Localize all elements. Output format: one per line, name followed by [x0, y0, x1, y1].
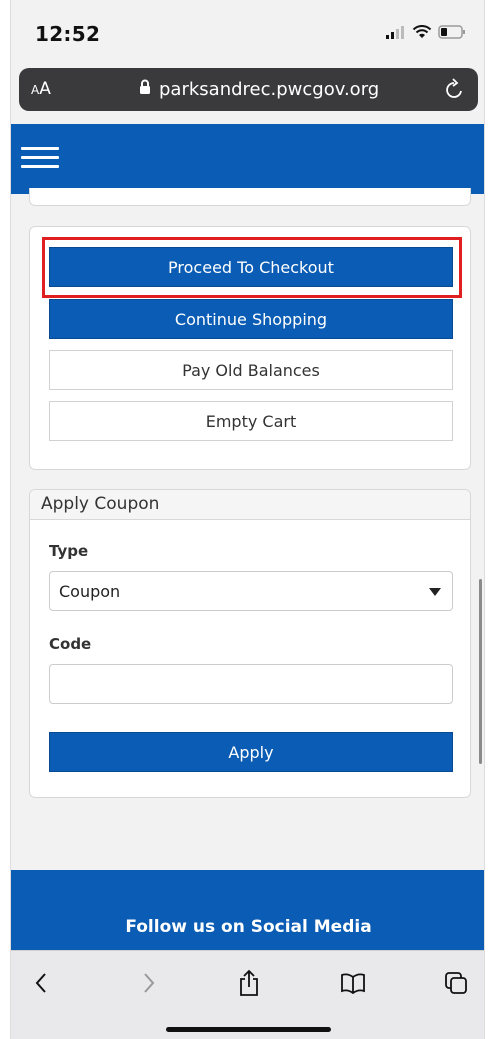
share-icon[interactable] [229, 963, 269, 1003]
status-bar: 12:52 [11, 0, 484, 64]
apply-coupon-title: Apply Coupon [30, 490, 470, 520]
apply-coupon-card: Apply Coupon Type Coupon Code Apply [29, 489, 471, 798]
status-time: 12:52 [35, 22, 101, 46]
apply-button[interactable]: Apply [49, 732, 453, 772]
page-content: Proceed To Checkout Continue Shopping Pa… [11, 188, 484, 870]
continue-shopping-button[interactable]: Continue Shopping [49, 299, 453, 339]
chevron-down-icon [429, 588, 441, 596]
pay-old-balances-button[interactable]: Pay Old Balances [49, 350, 453, 390]
follow-social-heading: Follow us on Social Media [125, 917, 372, 937]
lock-icon [139, 79, 151, 100]
type-select-value: Coupon [59, 582, 121, 601]
battery-icon [438, 24, 466, 43]
type-select[interactable]: Coupon [49, 571, 453, 611]
proceed-to-checkout-button[interactable]: Proceed To Checkout [49, 247, 453, 287]
text-size-button[interactable]: AA [31, 79, 51, 99]
address-bar[interactable]: AA parksandrec.pwcgov.org [19, 68, 478, 111]
type-label: Type [49, 542, 89, 560]
back-icon[interactable] [21, 963, 61, 1003]
url-text: parksandrec.pwcgov.org [159, 79, 380, 100]
code-input[interactable] [49, 664, 453, 704]
tabs-icon[interactable] [436, 963, 476, 1003]
hamburger-menu-icon[interactable] [21, 142, 59, 174]
scrollbar[interactable] [479, 579, 482, 764]
cart-summary-card [29, 188, 471, 206]
forward-icon[interactable] [129, 963, 169, 1003]
browser-toolbar [11, 950, 484, 1039]
wifi-icon [412, 24, 432, 43]
site-footer: Follow us on Social Media [11, 870, 484, 950]
cart-actions-card: Proceed To Checkout Continue Shopping Pa… [29, 226, 471, 470]
code-label: Code [49, 635, 92, 653]
phone-screen: 12:52 AA parksandrec.pwcgov.org Proceed … [10, 0, 485, 1039]
home-indicator [166, 1027, 331, 1032]
site-header [11, 124, 484, 194]
reload-icon[interactable] [444, 77, 466, 105]
signal-icon [386, 24, 406, 43]
empty-cart-button[interactable]: Empty Cart [49, 401, 453, 441]
bookmarks-icon[interactable] [333, 963, 373, 1003]
